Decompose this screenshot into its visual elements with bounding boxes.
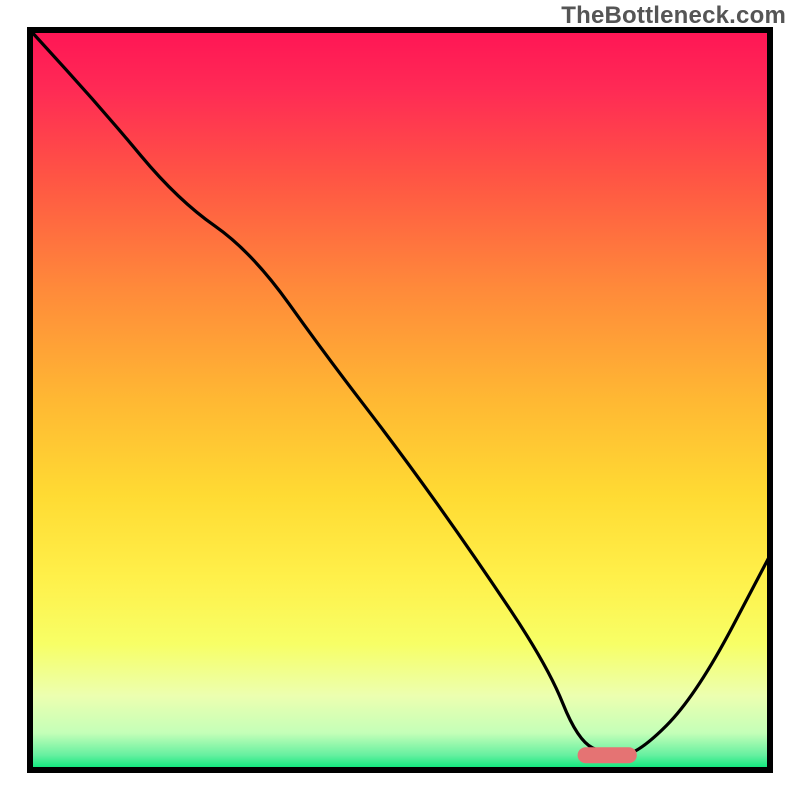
watermark-text: TheBottleneck.com bbox=[561, 2, 786, 30]
chart-canvas bbox=[0, 0, 800, 800]
plot-background bbox=[30, 30, 770, 770]
optimum-marker bbox=[578, 747, 637, 763]
